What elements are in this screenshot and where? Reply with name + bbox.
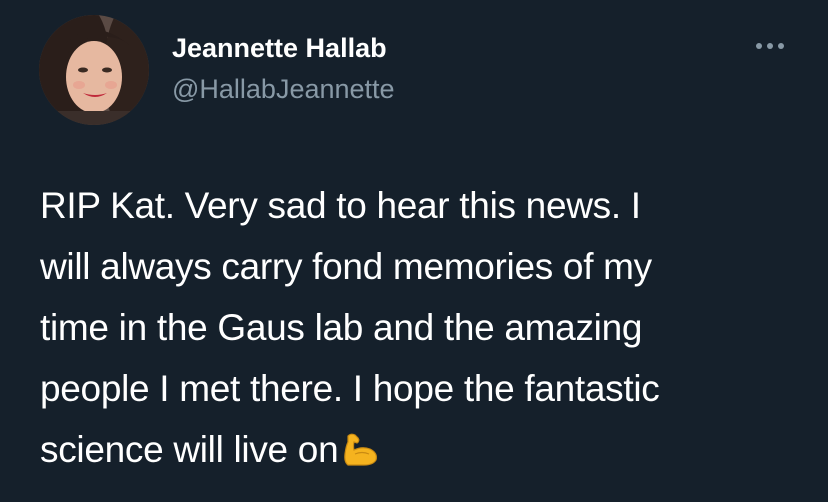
tweet-text-line: time in the Gaus lab and the amazing xyxy=(40,307,643,348)
tweet-text-line: people I met there. I hope the fantastic xyxy=(40,368,660,409)
more-horizontal-icon xyxy=(756,43,784,49)
tweet-text-last-line: science will live on xyxy=(40,419,800,480)
tweet-text-line: RIP Kat. Very sad to hear this news. I xyxy=(40,185,641,226)
tweet-card: Jeannette Hallab @HallabJeannette RIP Ka… xyxy=(0,0,828,502)
more-options-button[interactable] xyxy=(752,34,788,58)
profile-photo-icon xyxy=(39,15,149,125)
tweet-text-line: science will live on xyxy=(40,429,339,470)
tweet-text-line: will always carry fond memories of my xyxy=(40,246,652,287)
tweet-text: RIP Kat. Very sad to hear this news. I w… xyxy=(40,175,800,480)
flexed-biceps-icon xyxy=(344,433,378,466)
author-display-name[interactable]: Jeannette Hallab xyxy=(172,31,387,65)
avatar[interactable] xyxy=(39,15,149,125)
author-handle[interactable]: @HallabJeannette xyxy=(172,72,395,106)
